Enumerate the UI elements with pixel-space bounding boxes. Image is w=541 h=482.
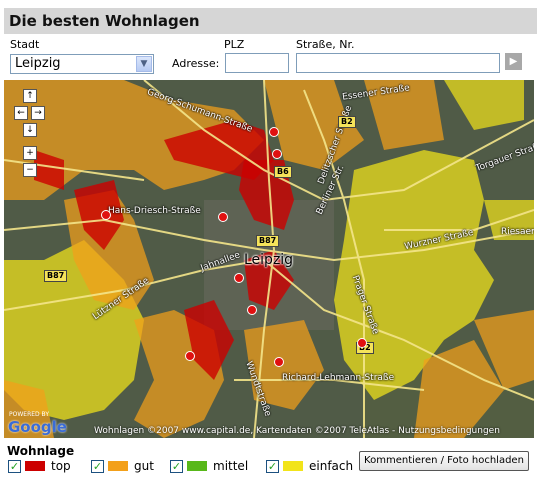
go-arrow-button[interactable]: ▶ — [505, 53, 522, 70]
legend-item-mittel: ✓ mittel — [170, 459, 248, 473]
checkbox-mittel[interactable]: ✓ — [170, 459, 183, 473]
zoom-out-button[interactable]: − — [23, 163, 37, 177]
pan-up-button[interactable]: ↑ — [23, 89, 37, 103]
pan-right-button[interactable]: → — [31, 106, 45, 120]
map-pin[interactable] — [269, 127, 279, 137]
map-pin[interactable] — [274, 357, 284, 367]
map-pin[interactable] — [218, 212, 228, 222]
road-shield: B87 — [256, 235, 280, 247]
plz-input[interactable] — [225, 53, 289, 73]
map-pin[interactable] — [234, 273, 244, 283]
map-pin[interactable] — [101, 210, 111, 220]
chevron-down-icon[interactable]: ▼ — [136, 56, 152, 72]
legend-item-top: ✓ top — [8, 459, 71, 473]
road-shield: B6 — [274, 166, 292, 178]
page-title: Die besten Wohnlagen — [4, 8, 537, 34]
map-copyright: Wohnlagen ©2007 www.capital.de, Kartenda… — [94, 426, 500, 436]
checkbox-top[interactable]: ✓ — [8, 459, 21, 473]
road-label: Riesaer — [501, 227, 534, 237]
city-select[interactable]: Leipzig ▼ — [10, 54, 154, 74]
legend-item-einfach: ✓ einfach — [266, 459, 353, 473]
zoom-in-button[interactable]: + — [23, 146, 37, 160]
swatch-mittel — [187, 461, 207, 471]
city-label: Leipzig — [244, 252, 294, 268]
checkbox-einfach[interactable]: ✓ — [266, 459, 279, 473]
swatch-einfach — [283, 461, 303, 471]
google-logo[interactable]: Google — [8, 418, 67, 436]
map-pin[interactable] — [185, 351, 195, 361]
swatch-gut — [108, 461, 128, 471]
road-label: Richard-Lehmann-Straße — [282, 373, 395, 383]
stadt-label: Stadt — [10, 38, 40, 51]
legend-label-mittel: mittel — [213, 459, 249, 473]
legend-label-einfach: einfach — [309, 459, 354, 473]
adresse-label: Adresse: — [172, 57, 220, 70]
checkbox-gut[interactable]: ✓ — [91, 459, 104, 473]
legend-label-gut: gut — [134, 459, 154, 473]
swatch-top — [25, 461, 45, 471]
pan-down-button[interactable]: ↓ — [23, 123, 37, 137]
street-input[interactable] — [296, 53, 500, 73]
city-select-value: Leipzig — [15, 56, 61, 71]
road-label: Hans-Driesch-Straße — [108, 206, 201, 216]
map-pin[interactable] — [247, 305, 257, 315]
road-shield: B87 — [44, 270, 68, 282]
map-pin[interactable] — [272, 149, 282, 159]
pan-left-button[interactable]: ← — [14, 106, 28, 120]
strasse-label: Straße, Nr. — [296, 38, 355, 51]
legend-title: Wohnlage — [7, 444, 75, 458]
legend-item-gut: ✓ gut — [91, 459, 154, 473]
map-pin[interactable] — [357, 338, 367, 348]
powered-by-label: POWERED BY — [9, 411, 50, 418]
plz-label: PLZ — [224, 38, 245, 51]
map-view[interactable]: ↑ ← → ↓ + − Georg-Schumann-Straße Essene… — [4, 80, 534, 438]
legend-label-top: top — [51, 459, 71, 473]
comment-upload-button[interactable]: Kommentieren / Foto hochladen — [359, 451, 529, 471]
road-shield: B2 — [338, 116, 356, 128]
